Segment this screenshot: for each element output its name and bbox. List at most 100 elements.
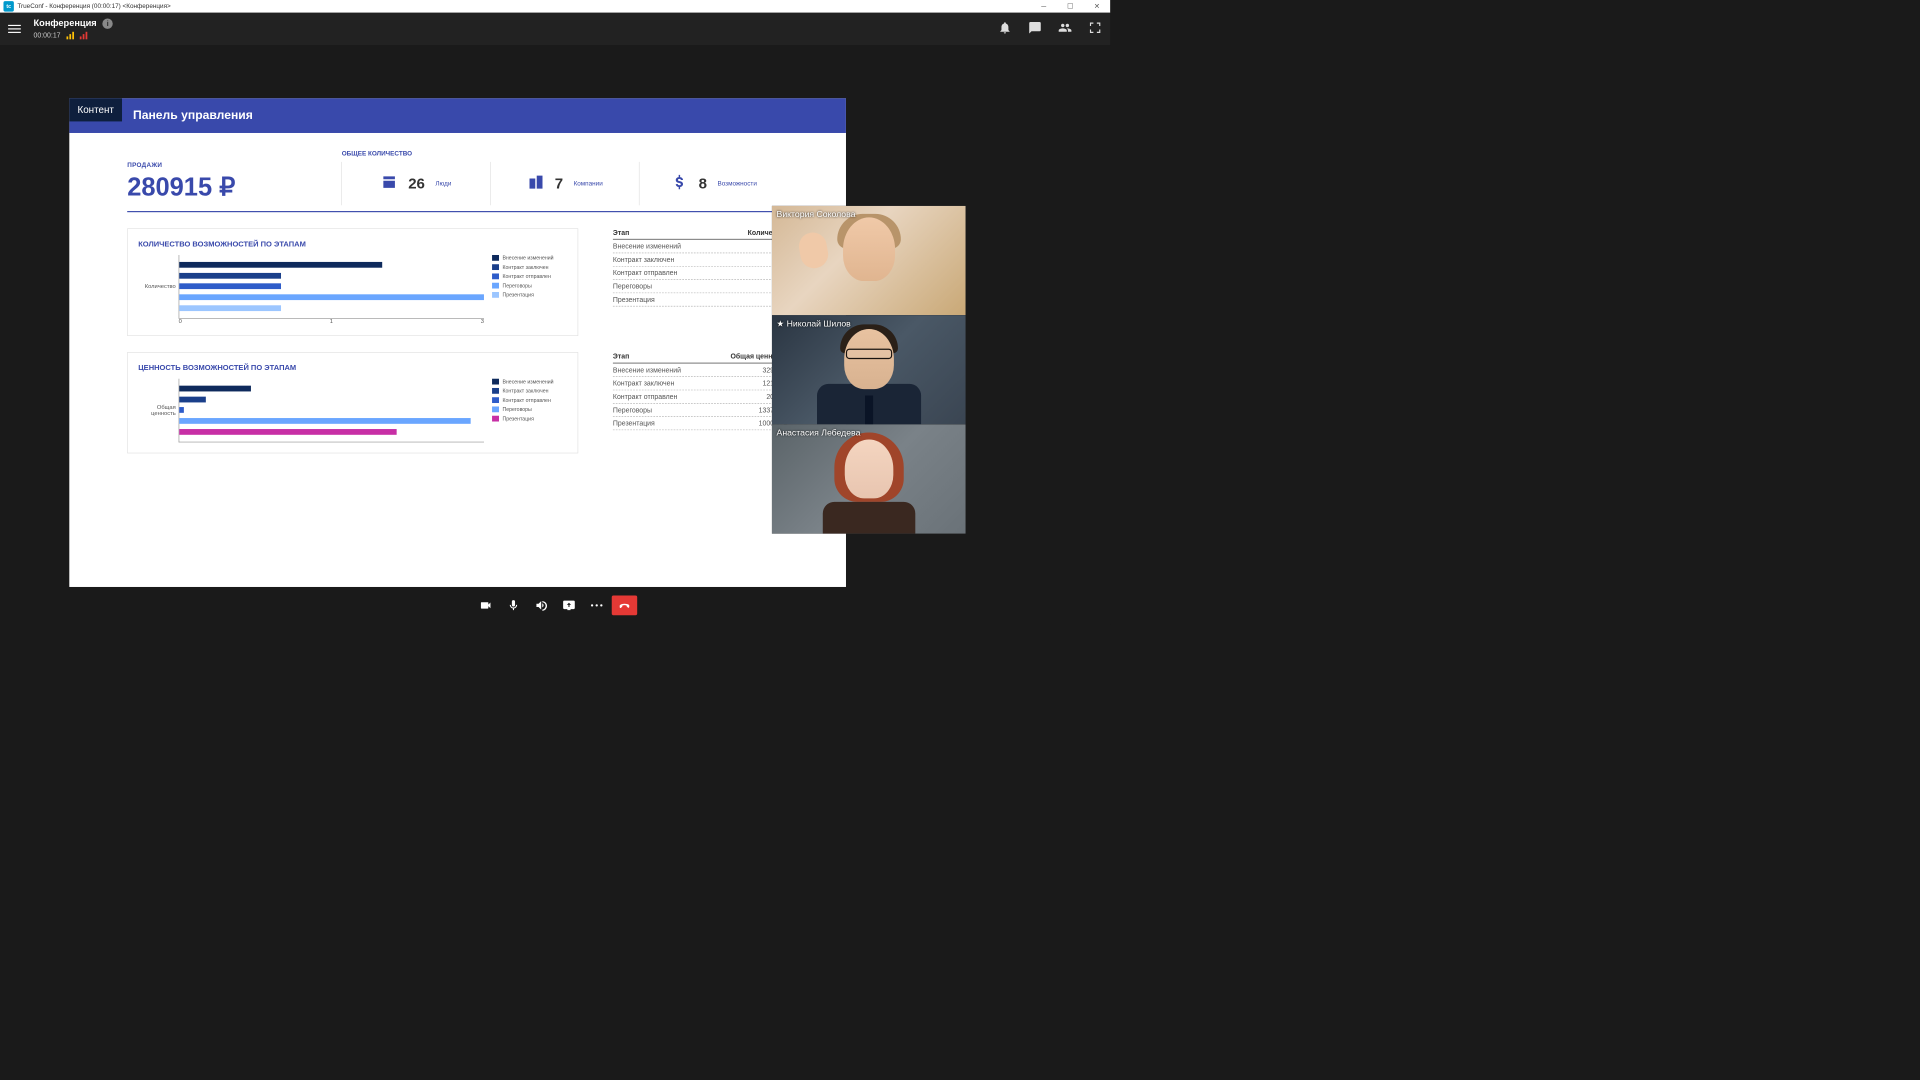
total-label: ОБЩЕЕ КОЛИЧЕСТВО	[342, 150, 412, 157]
microphone-button[interactable]	[501, 596, 526, 616]
table-row: Презентация100000 ₽	[613, 417, 788, 430]
chart1-legend: Внесение изменений Контракт заключен Контр…	[492, 255, 567, 325]
stage: Панель управления Контент ПРОДАЖИ 280915…	[0, 45, 1110, 624]
chart-bar	[179, 284, 281, 290]
conference-info: Конференция i 00:00:17	[34, 19, 113, 40]
table-row: Контракт отправлен1	[613, 267, 788, 280]
legend-item: Переговоры	[492, 406, 567, 412]
metric-sales: ПРОДАЖИ 280915 ₽	[127, 162, 341, 205]
signal-download-icon	[80, 31, 88, 39]
chart2-ylabel: Общая ценность	[141, 404, 176, 417]
chart-bar	[179, 305, 281, 311]
metric-opportunities: 8 Возможности	[639, 162, 788, 205]
participant-name: Анастасия Лебедева	[777, 428, 861, 438]
camera-button[interactable]	[473, 596, 498, 616]
participant-tile[interactable]: Анастасия Лебедева	[772, 424, 966, 533]
chart2-legend: Внесение изменений Контракт заключен Контр…	[492, 379, 567, 443]
dollar-icon	[671, 173, 688, 193]
legend-item: Контракт заключен	[492, 388, 567, 394]
window-minimize-button[interactable]: ─	[1030, 0, 1057, 13]
dashboard-body: ПРОДАЖИ 280915 ₽ ОБЩЕЕ КОЛИЧЕСТВО 26 Люд…	[69, 133, 846, 587]
legend-item: Внесение изменений	[492, 379, 567, 385]
companies-count: 7	[555, 175, 563, 193]
share-screen-button[interactable]	[556, 596, 581, 616]
legend-item: Внесение изменений	[492, 255, 567, 261]
chart-bar	[179, 262, 382, 268]
header-actions	[998, 21, 1102, 38]
conference-title: Конференция	[34, 19, 97, 29]
people-icon	[380, 173, 397, 193]
opportunities-caption: Возможности	[717, 180, 756, 187]
participant-name: Николай Шилов	[787, 319, 851, 329]
table1-h1: Этап	[613, 228, 748, 236]
chart-opportunities-by-stage: КОЛИЧЕСТВО ВОЗМОЖНОСТЕЙ ПО ЭТАПАМ Количе…	[127, 228, 578, 336]
legend-item: Презентация	[492, 292, 567, 298]
section-row-2: ЦЕННОСТЬ ВОЗМОЖНОСТЕЙ ПО ЭТАПАМ Общая це…	[127, 352, 788, 453]
chart1-plot: Количество	[179, 255, 484, 319]
table-value-by-stage: ЭтапОбщая ценность Внесение изменений329…	[613, 352, 788, 453]
chart-value-by-stage: ЦЕННОСТЬ ВОЗМОЖНОСТЕЙ ПО ЭТАПАМ Общая це…	[127, 352, 578, 453]
legend-item: Контракт заключен	[492, 264, 567, 270]
fullscreen-icon[interactable]	[1088, 21, 1102, 38]
chart-bar	[179, 294, 484, 300]
window-close-button[interactable]: ✕	[1084, 0, 1111, 13]
window-titlebar: tc TrueConf - Конференция (00:00:17) <Ко…	[0, 0, 1110, 13]
table2-h1: Этап	[613, 352, 731, 360]
host-star-icon: ★	[777, 319, 785, 329]
chart1-title: КОЛИЧЕСТВО ВОЗМОЖНОСТЕЙ ПО ЭТАПАМ	[138, 239, 567, 248]
section-row-1: КОЛИЧЕСТВО ВОЗМОЖНОСТЕЙ ПО ЭТАПАМ Количе…	[127, 228, 788, 336]
more-options-button[interactable]	[584, 596, 609, 616]
companies-caption: Компании	[574, 180, 603, 187]
chart2-title: ЦЕННОСТЬ ВОЗМОЖНОСТЕЙ ПО ЭТАПАМ	[138, 363, 567, 372]
chart1-xticks: 013	[179, 319, 484, 325]
window-title: TrueConf - Конференция (00:00:17) <Конфе…	[17, 3, 1030, 10]
participants-strip: Виктория Соколова ★Николай Шилов Анастас…	[772, 206, 966, 534]
legend-item: Контракт отправлен	[492, 273, 567, 279]
content-label: Контент	[69, 98, 122, 121]
participant-name: Виктория Соколова	[777, 209, 856, 219]
chart1-ylabel: Количество	[141, 283, 176, 289]
table-count-by-stage: ЭтапКоличество Внесение изменений2 Контр…	[613, 228, 788, 336]
dashboard-title: Панель управления	[133, 109, 253, 123]
notifications-icon[interactable]	[998, 21, 1012, 38]
participant-tile[interactable]: ★Николай Шилов	[772, 315, 966, 424]
legend-item: Презентация	[492, 416, 567, 422]
metric-people: ОБЩЕЕ КОЛИЧЕСТВО 26 Люди	[341, 162, 490, 205]
app-header: Конференция i 00:00:17	[0, 13, 1110, 45]
legend-item: Переговоры	[492, 283, 567, 289]
chart-bar	[179, 386, 251, 392]
participant-tile[interactable]: Виктория Соколова	[772, 206, 966, 315]
table-row: Переговоры3	[613, 280, 788, 293]
chart-bar	[179, 273, 281, 279]
menu-button[interactable]	[8, 25, 21, 33]
metric-companies: 7 Компании	[490, 162, 639, 205]
sales-value: 280915 ₽	[127, 172, 341, 201]
participants-icon[interactable]	[1058, 21, 1072, 38]
signal-upload-icon	[66, 31, 74, 39]
table-row: Внесение изменений2	[613, 240, 788, 253]
building-icon	[527, 173, 544, 193]
chat-icon[interactable]	[1028, 21, 1042, 38]
sales-label: ПРОДАЖИ	[127, 162, 341, 169]
legend-item: Контракт отправлен	[492, 397, 567, 403]
app-icon: tc	[3, 1, 13, 11]
people-count: 26	[408, 175, 425, 193]
chart-bar	[179, 429, 397, 435]
table-row: Внесение изменений32999 ₽	[613, 364, 788, 377]
dashboard-header: Панель управления	[69, 98, 846, 133]
table-row: Презентация1	[613, 293, 788, 306]
call-controls	[473, 596, 637, 616]
table-row: Контракт заключен12131 ₽	[613, 377, 788, 390]
shared-content: Панель управления Контент ПРОДАЖИ 280915…	[69, 98, 846, 587]
hangup-button[interactable]	[612, 596, 637, 616]
speaker-button[interactable]	[528, 596, 553, 616]
metrics-row: ПРОДАЖИ 280915 ₽ ОБЩЕЕ КОЛИЧЕСТВО 26 Люд…	[127, 162, 788, 212]
table-row: Контракт заключен1	[613, 253, 788, 266]
window-maximize-button[interactable]: ☐	[1057, 0, 1084, 13]
conference-timer: 00:00:17	[34, 31, 61, 39]
opportunities-count: 8	[699, 175, 707, 193]
people-caption: Люди	[435, 180, 451, 187]
info-icon[interactable]: i	[102, 19, 112, 29]
chart-bar	[179, 397, 205, 403]
window-controls: ─ ☐ ✕	[1030, 0, 1110, 13]
